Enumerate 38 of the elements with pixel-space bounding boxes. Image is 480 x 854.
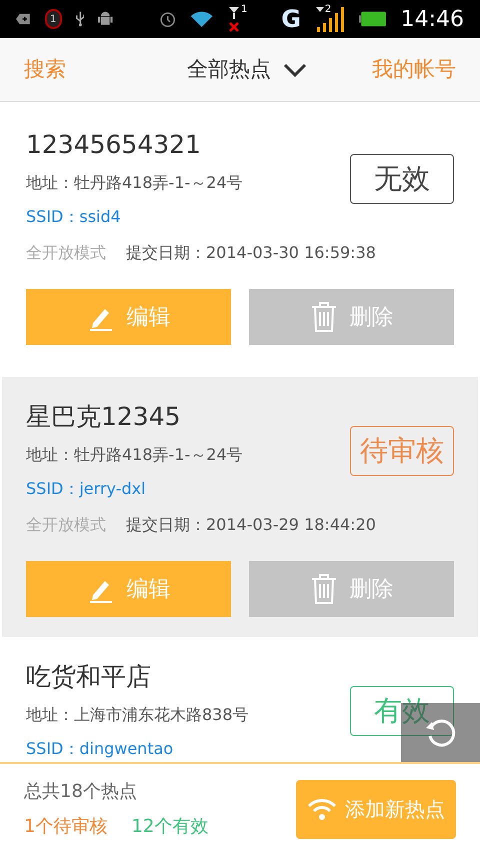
valid-count: 12个有效: [131, 815, 208, 839]
address-text: 地址：上海市浦东花木路838号: [26, 704, 250, 726]
my-account-link[interactable]: 我的帐号: [372, 54, 456, 86]
delete-button[interactable]: 删除: [249, 561, 454, 617]
hotspot-name: 吃货和平店: [26, 661, 152, 694]
edit-button[interactable]: 编辑: [26, 561, 231, 617]
hotspot-name: 12345654321: [26, 129, 202, 162]
chevron-down-icon: [283, 62, 307, 76]
trash-icon: [310, 301, 338, 333]
search-link[interactable]: 搜索: [24, 54, 66, 86]
trash-icon: [310, 573, 338, 605]
hotspot-card[interactable]: 星巴克12345 地址：牡丹路418弄-1-～24号 SSID：jerry-dxl 待审核 全开放模式 提交日期：2014-03-29 18:44:20 编辑 删除: [2, 377, 478, 637]
edit-button[interactable]: 编辑: [26, 289, 231, 345]
notification-icon: [16, 11, 31, 27]
address-text: 地址：牡丹路418弄-1-～24号: [26, 444, 244, 466]
status-badge: 有效: [350, 686, 454, 736]
ssid-text: SSID：ssid4: [26, 206, 122, 228]
hotspot-filter-dropdown[interactable]: 全部热点: [187, 54, 307, 86]
sim-signal-indicator: 1: [227, 5, 248, 33]
date-text: 提交日期：2014-03-29 18:44:20: [126, 514, 376, 536]
wifi-icon: [307, 797, 337, 821]
delete-button[interactable]: 删除: [249, 289, 454, 345]
clock-time: 14:46: [400, 6, 464, 34]
add-hotspot-button[interactable]: 添加新热点: [296, 780, 456, 838]
hotspot-name: 星巴克12345: [26, 401, 182, 434]
total-count: 总共18个热点: [24, 780, 138, 804]
address-text: 地址：牡丹路418弄-1-～24号: [26, 172, 244, 194]
alarm-badge: 1: [44, 9, 62, 29]
date-text: 提交日期：2014-03-30 16:59:38: [126, 242, 376, 264]
pending-count: 1个待审核: [24, 815, 108, 839]
signal-indicator: 2: [314, 5, 345, 33]
status-badge: 待审核: [350, 426, 454, 476]
network-type: G: [281, 4, 301, 35]
ssid-text: SSID：jerry-dxl: [26, 478, 147, 500]
ssid-text: SSID：dingwentao: [26, 738, 174, 760]
mode-text: 全开放模式: [26, 514, 106, 536]
status-badge: 无效: [350, 154, 454, 204]
mode-text: 全开放模式: [26, 242, 106, 264]
